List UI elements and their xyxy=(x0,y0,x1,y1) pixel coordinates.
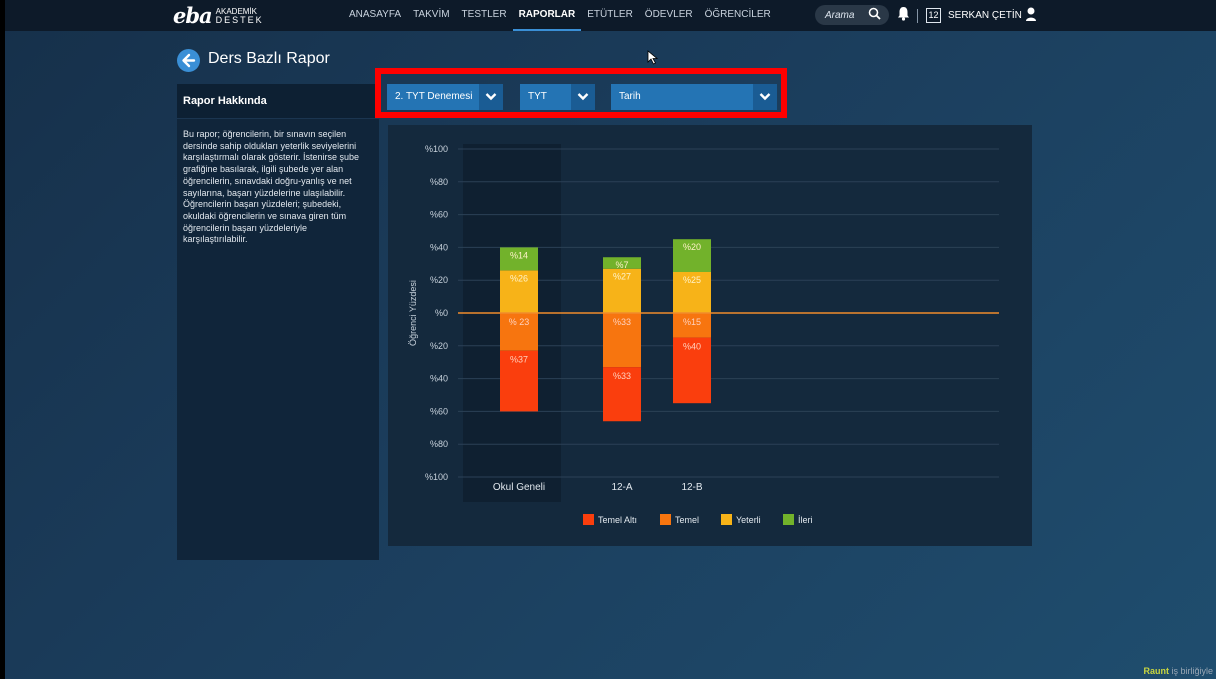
y-tick-label: %100 xyxy=(425,144,448,154)
bar-label: %33 xyxy=(613,317,631,327)
y-tick-label: %0 xyxy=(435,308,448,318)
bar-label: %26 xyxy=(510,273,528,283)
legend-swatch xyxy=(783,514,794,525)
header-divider xyxy=(917,9,918,23)
legend-label: İleri xyxy=(798,515,813,525)
notification-bell-icon[interactable] xyxy=(897,6,910,24)
app-window: eba AKADEMİK DESTEK ANASAYFA TAKVİM TEST… xyxy=(5,0,1216,679)
y-tick-label: %20 xyxy=(430,275,448,285)
x-tick-label: Okul Geneli xyxy=(493,482,545,493)
nav-odevler[interactable]: ÖDEVLER xyxy=(639,0,699,31)
legend-label: Yeterli xyxy=(736,515,761,525)
y-tick-label: %80 xyxy=(430,177,448,187)
chart-panel: %100 %80 %60 %40 %20 %0 %20 %40 %60 %80 %100 Öğrenc… xyxy=(388,125,1032,546)
logo-text: eba xyxy=(173,3,213,28)
legend-swatch xyxy=(660,514,671,525)
class-badge[interactable]: 12 xyxy=(926,8,941,23)
bar-label: % 23 xyxy=(509,317,530,327)
mouse-cursor-icon xyxy=(647,50,659,65)
y-tick-label: %40 xyxy=(430,242,448,252)
report-info-panel: Rapor Hakkında Bu rapor; öğrencilerin, b… xyxy=(177,84,379,560)
watermark-suffix: iş birliğiyle xyxy=(1171,666,1213,676)
bar-label: %37 xyxy=(510,355,528,365)
legend-swatch xyxy=(721,514,732,525)
y-tick-label: %60 xyxy=(430,406,448,416)
filter-highlight-box xyxy=(375,68,787,118)
x-tick-label: 12-A xyxy=(611,482,632,493)
bar-label: %14 xyxy=(510,250,528,260)
legend-label: Temel xyxy=(675,515,699,525)
user-icon[interactable] xyxy=(1025,7,1037,25)
nav-ogrenciler[interactable]: ÖĞRENCİLER xyxy=(699,0,777,31)
watermark: Raunt iş birliğiyle xyxy=(1143,666,1213,676)
y-tick-label: %100 xyxy=(425,472,448,482)
nav-raporlar[interactable]: RAPORLAR xyxy=(512,0,582,31)
main-nav: ANASAYFA TAKVİM TESTLER RAPORLAR ETÜTLER… xyxy=(343,0,777,31)
nav-takvim[interactable]: TAKVİM xyxy=(407,0,455,31)
diverging-bar-chart: %100 %80 %60 %40 %20 %0 %20 %40 %60 %80 %100 Öğrenc… xyxy=(408,144,999,525)
logo-subtitle: AKADEMİK DESTEK xyxy=(216,7,264,25)
search-icon[interactable] xyxy=(868,7,881,23)
report-info-title: Rapor Hakkında xyxy=(177,84,379,119)
bar-label: %15 xyxy=(683,317,701,327)
nav-anasayfa[interactable]: ANASAYFA xyxy=(343,0,407,31)
back-arrow-icon[interactable] xyxy=(177,49,200,72)
y-tick-label: %80 xyxy=(430,439,448,449)
y-tick-label: %40 xyxy=(430,374,448,384)
nav-testler[interactable]: TESTLER xyxy=(456,0,513,31)
eba-logo[interactable]: eba AKADEMİK DESTEK xyxy=(173,3,264,28)
legend-swatch xyxy=(583,514,594,525)
bar-label: %7 xyxy=(615,260,628,270)
bar-label: %33 xyxy=(613,371,631,381)
y-tick-label: %20 xyxy=(430,341,448,351)
report-info-text: Bu rapor; öğrencilerin, bir sınavın seçi… xyxy=(183,129,360,245)
legend-label: Temel Altı xyxy=(598,515,637,525)
search-box[interactable]: Arama xyxy=(815,5,889,25)
bar-label: %20 xyxy=(683,242,701,252)
top-navbar: eba AKADEMİK DESTEK ANASAYFA TAKVİM TEST… xyxy=(5,0,1216,31)
y-axis-label: Öğrenci Yüzdesi xyxy=(408,280,418,346)
watermark-brand: Raunt xyxy=(1143,666,1169,676)
y-tick-label: %60 xyxy=(430,210,448,220)
bar-label: %25 xyxy=(683,275,701,285)
bar-label: %27 xyxy=(613,272,631,282)
nav-etutler[interactable]: ETÜTLER xyxy=(581,0,639,31)
x-tick-label: 12-B xyxy=(681,482,702,493)
page-title: Ders Bazlı Rapor xyxy=(208,50,330,67)
user-name[interactable]: SERKAN ÇETİN xyxy=(948,0,1022,31)
search-placeholder: Arama xyxy=(825,9,855,21)
bar-label: %40 xyxy=(683,342,701,352)
logo-subtitle-bottom: DESTEK xyxy=(215,14,264,25)
